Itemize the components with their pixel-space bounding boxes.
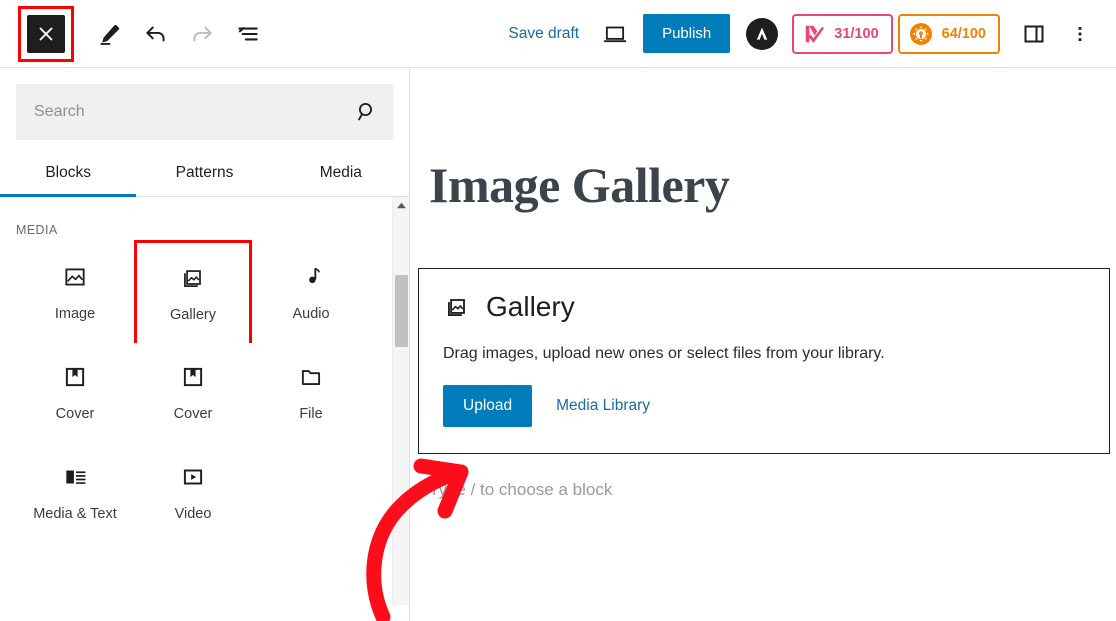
- publish-button[interactable]: Publish: [643, 14, 731, 53]
- image-icon: [65, 268, 85, 286]
- inserter-tabs: Blocks Patterns Media: [0, 154, 409, 197]
- blocks-scroll-region: MEDIA Image Gallery Audio Cover Cover Fi…: [0, 197, 409, 605]
- undo-icon: [146, 26, 165, 41]
- gallery-block-actions: Upload Media Library: [443, 385, 1085, 427]
- monsterinsights-score-badge[interactable]: 31/100: [792, 13, 893, 54]
- tab-blocks[interactable]: Blocks: [0, 154, 137, 197]
- sidebar-scrollbar[interactable]: [392, 197, 409, 605]
- toolbar-left-group: [0, 5, 270, 62]
- block-label: File: [299, 406, 323, 422]
- page-title[interactable]: Image Gallery: [411, 68, 1116, 214]
- block-label: Gallery: [170, 307, 216, 323]
- sidebar-panel-icon: [1024, 25, 1044, 42]
- gallery-block-placeholder[interactable]: Gallery Drag images, upload new ones or …: [418, 268, 1110, 454]
- tab-media[interactable]: Media: [273, 154, 409, 196]
- gallery-block-title: Gallery: [486, 291, 575, 322]
- pencil-icon: [100, 24, 120, 45]
- monsterinsights-icon: [806, 25, 825, 43]
- block-label: Audio: [292, 306, 330, 322]
- empty-paragraph-placeholder[interactable]: Type / to choose a block: [411, 454, 1116, 500]
- search-input[interactable]: [16, 84, 393, 140]
- block-item-media-text[interactable]: Media & Text: [16, 443, 134, 543]
- monsterinsights-score-value: 31/100: [834, 25, 879, 42]
- seo-score-value: 64/100: [941, 25, 986, 42]
- seo-score-badge[interactable]: 64/100: [897, 13, 1000, 54]
- block-inserter-highlight: [18, 5, 74, 62]
- close-block-inserter-button[interactable]: [27, 14, 65, 53]
- upload-button[interactable]: Upload: [443, 385, 533, 427]
- desktop-icon: [603, 26, 627, 42]
- close-icon: [39, 27, 53, 40]
- search-icon[interactable]: [353, 98, 381, 126]
- cover-icon: [65, 367, 85, 387]
- chevron-up-icon: [397, 202, 406, 209]
- edit-mode-button[interactable]: [88, 12, 132, 56]
- undo-button[interactable]: [134, 12, 178, 56]
- seo-gear-icon: [909, 22, 932, 45]
- scrollbar-up-arrow-icon[interactable]: [393, 197, 409, 214]
- document-overview-button[interactable]: [226, 12, 270, 56]
- kebab-menu-icon: [1078, 26, 1082, 41]
- block-label: Media & Text: [33, 506, 117, 522]
- cover-icon: [183, 367, 203, 387]
- settings-sidebar-toggle-button[interactable]: [1012, 12, 1056, 56]
- preview-button[interactable]: [593, 12, 637, 56]
- editor-canvas: Image Gallery Gallery Drag images, uploa…: [411, 68, 1116, 621]
- list-view-icon: [238, 26, 258, 40]
- block-item-cover-1[interactable]: Cover: [16, 343, 134, 443]
- gallery-icon: [184, 270, 201, 288]
- block-item-audio[interactable]: Audio: [252, 243, 370, 343]
- tab-patterns[interactable]: Patterns: [136, 154, 272, 196]
- search-area: [0, 68, 409, 140]
- toolbar-right-group: Save draft Publish 31/100 64/100: [494, 12, 1116, 56]
- editor-top-toolbar: Save draft Publish 31/100 64/100: [0, 0, 1116, 68]
- block-grid: Image Gallery Audio Cover Cover File Med…: [0, 237, 409, 543]
- block-label: Cover: [55, 406, 95, 422]
- aioseo-glyph-icon: [757, 27, 768, 40]
- aioseo-logo-icon[interactable]: [746, 17, 779, 50]
- block-item-file[interactable]: File: [252, 343, 370, 443]
- redo-button[interactable]: [180, 12, 224, 56]
- block-category-label: MEDIA: [16, 223, 58, 237]
- magnifier-icon: [358, 103, 372, 121]
- video-icon: [183, 469, 203, 485]
- block-inserter-panel: Blocks Patterns Media MEDIA Image: [0, 68, 410, 621]
- file-icon: [301, 370, 321, 385]
- block-item-gallery[interactable]: Gallery: [134, 240, 252, 346]
- gallery-block-description: Drag images, upload new ones or select f…: [443, 345, 885, 362]
- scrollbar-thumb[interactable]: [395, 275, 408, 347]
- redo-icon: [193, 26, 212, 41]
- wordpress-block-editor: Save draft Publish 31/100 64/100 Search …: [0, 0, 1116, 621]
- media-library-button[interactable]: Media Library: [542, 385, 664, 427]
- search-box: [16, 84, 393, 140]
- block-label: Cover: [173, 406, 213, 422]
- save-draft-button[interactable]: Save draft: [494, 25, 593, 43]
- more-options-button[interactable]: [1058, 12, 1102, 56]
- block-item-cover-2[interactable]: Cover: [134, 343, 252, 443]
- gallery-block-header: Gallery: [443, 291, 1085, 323]
- gallery-icon: [448, 299, 465, 316]
- block-label: Video: [174, 506, 212, 522]
- block-label: Image: [54, 306, 96, 322]
- media-text-icon: [66, 470, 86, 484]
- audio-icon: [309, 267, 320, 284]
- block-item-image[interactable]: Image: [16, 243, 134, 343]
- block-item-video[interactable]: Video: [134, 443, 252, 543]
